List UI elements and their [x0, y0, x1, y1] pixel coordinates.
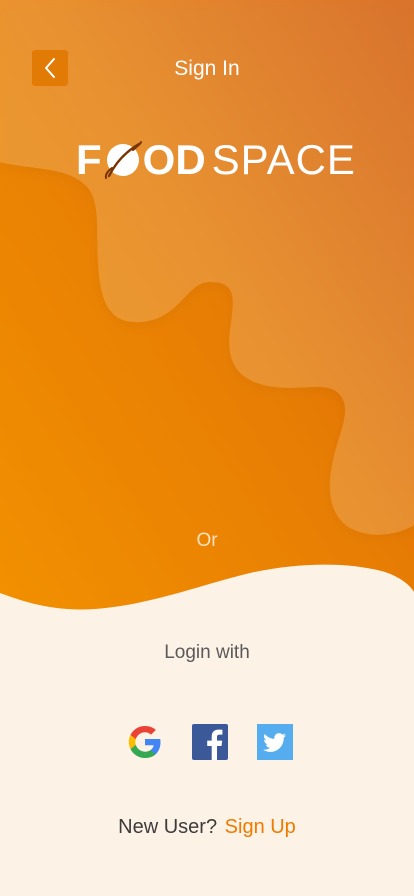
social-login-row	[0, 724, 414, 760]
signup-prompt: New User? Sign Up	[0, 815, 414, 839]
logo-letter-f: F	[76, 136, 102, 183]
sign-in-screen: Sign In F OD SPACE Or Login with New Use…	[0, 0, 414, 896]
facebook-login-button[interactable]	[192, 724, 228, 760]
sign-up-link[interactable]: Sign Up	[225, 816, 296, 838]
login-with-heading: Login with	[164, 642, 250, 663]
planet-icon	[104, 141, 142, 179]
logo-wordmark-bold: F OD	[76, 137, 206, 183]
logo-wordmark-light: SPACE	[211, 136, 356, 183]
google-login-button[interactable]	[127, 724, 163, 760]
twitter-login-button[interactable]	[257, 724, 293, 760]
twitter-icon	[257, 724, 293, 760]
page-title: Sign In	[174, 57, 240, 80]
new-user-text: New User?	[118, 816, 218, 838]
or-divider-label: Or	[196, 530, 218, 551]
orange-header-background	[0, 0, 414, 896]
logo-letters-od: OD	[142, 136, 206, 183]
google-icon	[128, 726, 161, 758]
foodspace-logo: F OD SPACE	[76, 137, 356, 183]
facebook-icon	[192, 724, 228, 760]
